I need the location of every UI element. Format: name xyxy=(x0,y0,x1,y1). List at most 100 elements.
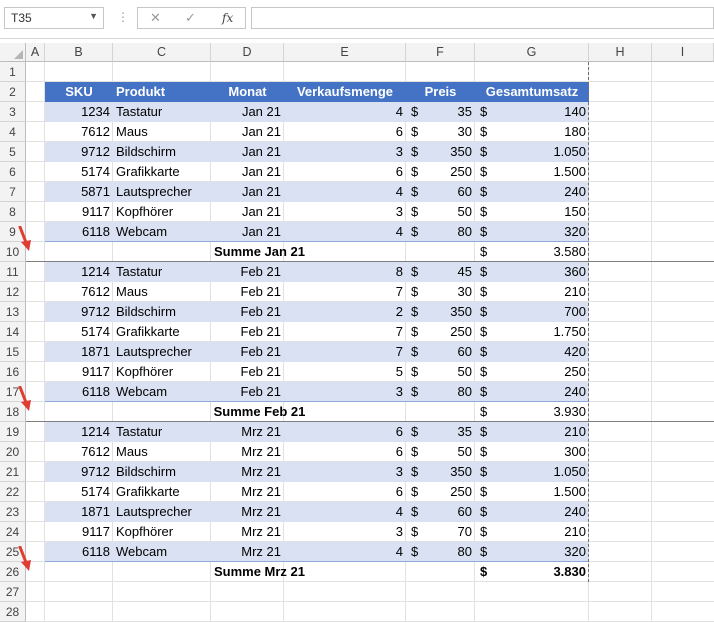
enter-icon[interactable]: ✓ xyxy=(185,10,196,26)
month-cell[interactable]: Mrz 21 xyxy=(211,502,284,522)
product-cell[interactable]: Grafikkarte xyxy=(113,322,211,342)
sku-cell[interactable]: 9117 xyxy=(45,522,113,542)
price-cell[interactable]: 50 xyxy=(406,202,475,222)
quantity-cell[interactable]: 2 xyxy=(284,302,406,322)
month-cell[interactable]: Mrz 21 xyxy=(211,542,284,562)
price-cell[interactable]: 350 xyxy=(406,462,475,482)
column-header-a[interactable]: A xyxy=(26,43,45,62)
column-header-g[interactable]: G xyxy=(475,43,589,62)
total-cell[interactable]: 1.500 xyxy=(475,482,589,502)
product-cell[interactable]: Webcam xyxy=(113,222,211,242)
sku-cell[interactable]: 6118 xyxy=(45,382,113,402)
price-cell[interactable]: 250 xyxy=(406,162,475,182)
month-cell[interactable]: Mrz 21 xyxy=(211,462,284,482)
product-cell[interactable]: Lautsprecher xyxy=(113,502,211,522)
formula-input[interactable] xyxy=(251,7,714,29)
row-header[interactable]: 13 xyxy=(0,302,26,322)
row-header[interactable]: 6 xyxy=(0,162,26,182)
price-cell[interactable]: 35 xyxy=(406,102,475,122)
row-header[interactable]: 8 xyxy=(0,202,26,222)
price-cell[interactable]: 45 xyxy=(406,262,475,282)
column-header-e[interactable]: E xyxy=(284,43,406,62)
row-header[interactable]: 23 xyxy=(0,502,26,522)
row-header[interactable]: 15 xyxy=(0,342,26,362)
product-cell[interactable]: Maus xyxy=(113,122,211,142)
sku-cell[interactable]: 7612 xyxy=(45,442,113,462)
column-header-d[interactable]: D xyxy=(211,43,284,62)
row-header[interactable]: 21 xyxy=(0,462,26,482)
quantity-cell[interactable]: 4 xyxy=(284,542,406,562)
total-cell[interactable]: 180 xyxy=(475,122,589,142)
sku-cell[interactable]: 5174 xyxy=(45,322,113,342)
row-header[interactable]: 2 xyxy=(0,82,26,102)
sku-cell[interactable]: 1871 xyxy=(45,342,113,362)
total-cell[interactable]: 250 xyxy=(475,362,589,382)
column-header-b[interactable]: B xyxy=(45,43,113,62)
quantity-cell[interactable]: 4 xyxy=(284,102,406,122)
month-cell[interactable]: Feb 21 xyxy=(211,342,284,362)
total-cell[interactable]: 240 xyxy=(475,182,589,202)
quantity-cell[interactable]: 6 xyxy=(284,422,406,442)
month-cell[interactable]: Jan 21 xyxy=(211,222,284,242)
month-cell[interactable]: Feb 21 xyxy=(211,262,284,282)
price-cell[interactable]: 30 xyxy=(406,122,475,142)
month-cell[interactable]: Feb 21 xyxy=(211,302,284,322)
total-cell[interactable]: 210 xyxy=(475,522,589,542)
month-cell[interactable]: Mrz 21 xyxy=(211,522,284,542)
month-cell[interactable]: Jan 21 xyxy=(211,142,284,162)
row-header[interactable]: 16 xyxy=(0,362,26,382)
month-cell[interactable]: Jan 21 xyxy=(211,202,284,222)
price-cell[interactable]: 60 xyxy=(406,342,475,362)
quantity-cell[interactable]: 6 xyxy=(284,162,406,182)
product-cell[interactable]: Tastatur xyxy=(113,422,211,442)
product-cell[interactable]: Grafikkarte xyxy=(113,162,211,182)
sku-cell[interactable]: 5871 xyxy=(45,182,113,202)
quantity-cell[interactable]: 3 xyxy=(284,142,406,162)
month-cell[interactable]: Feb 21 xyxy=(211,382,284,402)
product-cell[interactable]: Maus xyxy=(113,282,211,302)
product-cell[interactable]: Webcam xyxy=(113,382,211,402)
total-cell[interactable]: 420 xyxy=(475,342,589,362)
total-cell[interactable]: 1.500 xyxy=(475,162,589,182)
total-cell[interactable]: 240 xyxy=(475,382,589,402)
total-cell[interactable]: 1.050 xyxy=(475,142,589,162)
month-cell[interactable]: Jan 21 xyxy=(211,102,284,122)
total-cell[interactable]: 1.750 xyxy=(475,322,589,342)
product-cell[interactable]: Lautsprecher xyxy=(113,342,211,362)
month-cell[interactable]: Jan 21 xyxy=(211,182,284,202)
sku-cell[interactable]: 9117 xyxy=(45,362,113,382)
price-cell[interactable]: 70 xyxy=(406,522,475,542)
column-header-i[interactable]: I xyxy=(652,43,714,62)
sku-cell[interactable]: 6118 xyxy=(45,542,113,562)
price-cell[interactable]: 30 xyxy=(406,282,475,302)
quantity-cell[interactable]: 7 xyxy=(284,322,406,342)
sku-cell[interactable]: 1214 xyxy=(45,422,113,442)
price-cell[interactable]: 50 xyxy=(406,362,475,382)
total-cell[interactable]: 240 xyxy=(475,502,589,522)
product-cell[interactable]: Maus xyxy=(113,442,211,462)
header-monat[interactable]: Monat xyxy=(211,82,284,102)
insert-function-icon[interactable]: fx xyxy=(222,11,233,25)
sku-cell[interactable]: 1214 xyxy=(45,262,113,282)
sku-cell[interactable]: 5174 xyxy=(45,162,113,182)
quantity-cell[interactable]: 7 xyxy=(284,282,406,302)
row-header[interactable]: 4 xyxy=(0,122,26,142)
header-sku[interactable]: SKU xyxy=(45,82,113,102)
header-menge[interactable]: Verkaufsmenge xyxy=(284,82,406,102)
row-header[interactable]: 27 xyxy=(0,582,26,602)
subtotal-value[interactable]: 3.580 xyxy=(475,242,589,262)
month-cell[interactable]: Feb 21 xyxy=(211,322,284,342)
price-cell[interactable]: 35 xyxy=(406,422,475,442)
price-cell[interactable]: 60 xyxy=(406,182,475,202)
product-cell[interactable]: Kopfhörer xyxy=(113,362,211,382)
product-cell[interactable]: Grafikkarte xyxy=(113,482,211,502)
total-cell[interactable]: 360 xyxy=(475,262,589,282)
header-umsatz[interactable]: Gesamtumsatz xyxy=(475,82,589,102)
quantity-cell[interactable]: 4 xyxy=(284,222,406,242)
price-cell[interactable]: 60 xyxy=(406,502,475,522)
price-cell[interactable]: 350 xyxy=(406,302,475,322)
total-cell[interactable]: 700 xyxy=(475,302,589,322)
price-cell[interactable]: 250 xyxy=(406,482,475,502)
sku-cell[interactable]: 9712 xyxy=(45,142,113,162)
total-cell[interactable]: 210 xyxy=(475,422,589,442)
